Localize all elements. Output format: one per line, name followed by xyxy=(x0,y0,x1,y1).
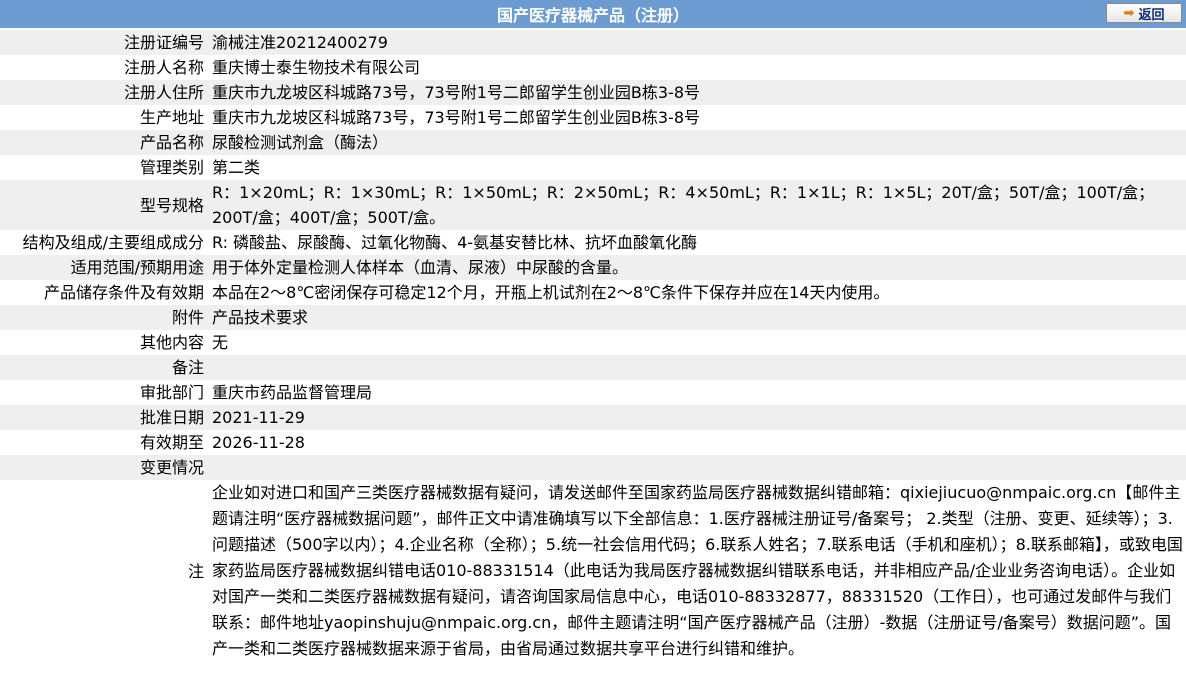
field-value: 渝械注准20212400279 xyxy=(208,30,1186,55)
table-row: 适用范围/预期用途 用于体外定量检测人体样本（血清、尿液）中尿酸的含量。 xyxy=(0,255,1186,280)
table-row: 注册人名称 重庆博士泰生物技术有限公司 xyxy=(0,55,1186,80)
field-label: 变更情况 xyxy=(0,455,208,480)
field-label: 管理类别 xyxy=(0,155,208,180)
table-row: 产品储存条件及有效期 本品在2～8℃密闭保存可稳定12个月，开瓶上机试剂在2～8… xyxy=(0,280,1186,305)
table-row: 变更情况 xyxy=(0,455,1186,480)
field-label: 产品名称 xyxy=(0,130,208,155)
page-title: 国产医疗器械产品（注册） xyxy=(496,6,689,25)
field-label: 适用范围/预期用途 xyxy=(0,255,208,280)
field-label: 批准日期 xyxy=(0,405,208,430)
field-value: 重庆市药品监督管理局 xyxy=(208,380,1186,405)
field-value: 产品技术要求 xyxy=(208,305,1186,330)
field-value: 本品在2～8℃密闭保存可稳定12个月，开瓶上机试剂在2～8℃条件下保存并应在14… xyxy=(208,280,1186,305)
field-label: 结构及组成/主要组成成分 xyxy=(0,230,208,255)
table-row: 注册人住所 重庆市九龙坡区科城路73号，73号附1号二郎留学生创业园B栋3-8号 xyxy=(0,80,1186,105)
table-row: 生产地址 重庆市九龙坡区科城路73号，73号附1号二郎留学生创业园B栋3-8号 xyxy=(0,105,1186,130)
field-label: 注册人住所 xyxy=(0,80,208,105)
field-value xyxy=(208,355,1186,380)
field-label: 审批部门 xyxy=(0,380,208,405)
field-label: 型号规格 xyxy=(0,180,208,230)
field-label: 产品储存条件及有效期 xyxy=(0,280,208,305)
field-value: 重庆博士泰生物技术有限公司 xyxy=(208,55,1186,80)
field-value: 重庆市九龙坡区科城路73号，73号附1号二郎留学生创业园B栋3-8号 xyxy=(208,105,1186,130)
detail-table: 注册证编号 渝械注准20212400279 注册人名称 重庆博士泰生物技术有限公… xyxy=(0,30,1186,663)
field-value: R: 磷酸盐、尿酸酶、过氧化物酶、4-氨基安替比林、抗坏血酸氧化酶 xyxy=(208,230,1186,255)
field-value: 无 xyxy=(208,330,1186,355)
table-row: 产品名称 尿酸检测试剂盒（酶法） xyxy=(0,130,1186,155)
table-row: 注册证编号 渝械注准20212400279 xyxy=(0,30,1186,55)
table-row: 批准日期 2021-11-29 xyxy=(0,405,1186,430)
field-value: 2026-11-28 xyxy=(208,430,1186,455)
back-button[interactable]: ➡ 返回 xyxy=(1106,3,1182,23)
table-row: 结构及组成/主要组成成分 R: 磷酸盐、尿酸酶、过氧化物酶、4-氨基安替比林、抗… xyxy=(0,230,1186,255)
table-row: 注 企业如对进口和国产三类医疗器械数据有疑问，请发送邮件至国家药监局医疗器械数据… xyxy=(0,480,1186,663)
field-value: 重庆市九龙坡区科城路73号，73号附1号二郎留学生创业园B栋3-8号 xyxy=(208,80,1186,105)
table-row: 管理类别 第二类 xyxy=(0,155,1186,180)
table-row: 型号规格 R：1×20mL；R：1×30mL；R：1×50mL；R：2×50mL… xyxy=(0,180,1186,230)
field-label: 有效期至 xyxy=(0,430,208,455)
table-row: 备注 xyxy=(0,355,1186,380)
field-value: 2021-11-29 xyxy=(208,405,1186,430)
field-label: 附件 xyxy=(0,305,208,330)
field-label: 注 xyxy=(0,480,208,663)
field-value: 尿酸检测试剂盒（酶法） xyxy=(208,130,1186,155)
back-button-label: 返回 xyxy=(1138,7,1165,23)
field-value: 用于体外定量检测人体样本（血清、尿液）中尿酸的含量。 xyxy=(208,255,1186,280)
field-label: 其他内容 xyxy=(0,330,208,355)
field-value xyxy=(208,455,1186,480)
field-label: 注册人名称 xyxy=(0,55,208,80)
field-label: 注册证编号 xyxy=(0,30,208,55)
table-row: 有效期至 2026-11-28 xyxy=(0,430,1186,455)
field-label: 生产地址 xyxy=(0,105,208,130)
table-row: 其他内容 无 xyxy=(0,330,1186,355)
table-row: 审批部门 重庆市药品监督管理局 xyxy=(0,380,1186,405)
field-label: 备注 xyxy=(0,355,208,380)
field-value: 第二类 xyxy=(208,155,1186,180)
field-value: 企业如对进口和国产三类医疗器械数据有疑问，请发送邮件至国家药监局医疗器械数据纠错… xyxy=(208,480,1186,663)
arrow-right-icon: ➡ xyxy=(1123,5,1135,21)
page-header: 国产医疗器械产品（注册） ➡ 返回 xyxy=(0,0,1186,30)
field-value: R：1×20mL；R：1×30mL；R：1×50mL；R：2×50mL；R：4×… xyxy=(208,180,1186,230)
table-row: 附件 产品技术要求 xyxy=(0,305,1186,330)
